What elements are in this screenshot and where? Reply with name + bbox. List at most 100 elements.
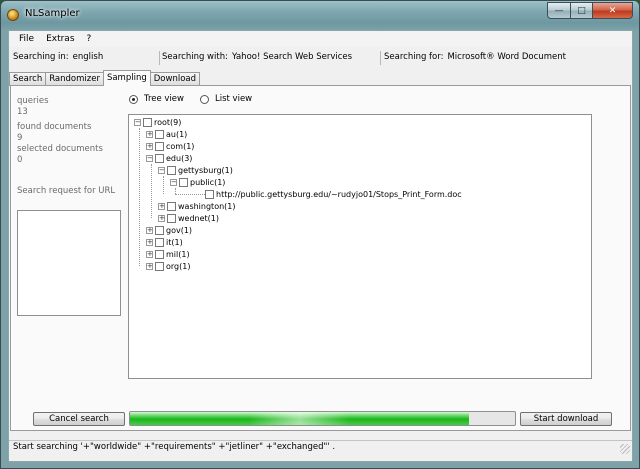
tree-node-public[interactable]: − public(1) — [170, 176, 225, 188]
app-icon — [7, 9, 19, 21]
tree-node-label: http://public.gettysburg.edu/~rudyjo01/S… — [216, 189, 462, 199]
tree-node-gettysburg[interactable]: − gettysburg(1) — [158, 164, 233, 176]
found-documents-label: found documents — [17, 121, 92, 132]
expand-icon[interactable]: + — [146, 130, 153, 138]
tree-node-label: gettysburg(1) — [178, 165, 233, 175]
searching-with-label: Searching with: — [162, 52, 228, 62]
cancel-search-button[interactable]: Cancel search — [33, 412, 125, 426]
resize-grip-icon[interactable] — [620, 444, 630, 454]
expand-icon[interactable]: + — [146, 226, 153, 234]
expand-icon[interactable]: + — [158, 214, 165, 222]
start-download-button[interactable]: Start download — [520, 412, 612, 426]
search-info-bar: Searching in: english Searching with: Ya… — [9, 48, 632, 68]
search-progress-bar — [129, 411, 516, 426]
node-checkbox[interactable] — [155, 225, 164, 235]
tree-node-label: gov(1) — [166, 225, 193, 235]
node-checkbox[interactable] — [155, 153, 164, 163]
searching-in-value: english — [72, 52, 104, 62]
tree-node-label: au(1) — [166, 129, 188, 139]
url-request-input[interactable] — [17, 210, 121, 316]
collapse-icon[interactable]: − — [170, 178, 177, 186]
tree-node-label: mil(1) — [166, 249, 190, 259]
sampling-panel: queries 13 found documents 9 selected do… — [10, 85, 631, 431]
tree-node-au[interactable]: + au(1) — [146, 128, 187, 140]
tree-node-washington[interactable]: + washington(1) — [158, 200, 236, 212]
searching-for-value: Microsoft® Word Document — [447, 52, 566, 62]
collapse-icon[interactable]: − — [158, 166, 165, 174]
tab-download[interactable]: Download — [149, 72, 201, 86]
searching-for: Searching for: Microsoft® Word Document — [384, 52, 566, 62]
close-button[interactable]: ✕ — [593, 2, 633, 19]
tree-node-gov[interactable]: + gov(1) — [146, 224, 192, 236]
expand-icon[interactable]: + — [146, 142, 153, 150]
status-text: Start searching '+"worldwide" +"requirem… — [13, 442, 336, 452]
menu-bar: File Extras ? — [9, 31, 632, 47]
tree-node-it[interactable]: + it(1) — [146, 236, 183, 248]
tab-search[interactable]: Search — [9, 72, 47, 86]
tree-connector — [175, 194, 205, 195]
radio-checked-icon — [129, 94, 138, 104]
tree-connector — [139, 128, 140, 266]
maximize-button[interactable]: □ — [571, 2, 593, 19]
node-checkbox[interactable] — [155, 141, 164, 151]
tab-strip: Search Randomizer Sampling Download — [9, 70, 201, 86]
title-bar[interactable]: NLSampler — □ ✕ — [1, 1, 639, 29]
node-checkbox[interactable] — [205, 189, 214, 199]
expand-icon[interactable]: + — [146, 250, 153, 258]
window-title: NLSampler — [25, 8, 80, 19]
queries-label: queries — [17, 96, 49, 106]
progress-fill — [130, 412, 469, 425]
menu-extras[interactable]: Extras — [40, 34, 80, 44]
searching-with-value: Yahoo! Search Web Services — [231, 52, 353, 62]
collapse-icon[interactable]: − — [134, 118, 141, 126]
node-checkbox[interactable] — [155, 261, 164, 271]
stats-panel: queries 13 found documents 9 selected do… — [17, 96, 103, 167]
info-divider — [380, 51, 381, 65]
radio-unchecked-icon — [200, 94, 209, 104]
searching-for-label: Searching for: — [384, 52, 444, 62]
tree-connector — [151, 164, 152, 218]
found-documents-value: 9 — [17, 132, 23, 143]
document-tree[interactable]: − root(9) + au(1) + com(1) − edu(3) − ge… — [128, 114, 592, 379]
searching-in: Searching in: english — [13, 52, 103, 62]
node-checkbox[interactable] — [155, 237, 164, 247]
node-checkbox[interactable] — [167, 201, 176, 211]
maximize-icon: □ — [577, 5, 586, 16]
tree-node-document[interactable]: http://public.gettysburg.edu/~rudyjo01/S… — [205, 188, 462, 200]
node-checkbox[interactable] — [167, 213, 176, 223]
node-checkbox[interactable] — [179, 177, 188, 187]
expand-icon[interactable]: + — [146, 262, 153, 270]
tree-node-edu[interactable]: − edu(3) — [146, 152, 192, 164]
tree-node-label: org(1) — [166, 261, 191, 271]
close-icon: ✕ — [608, 5, 617, 16]
menu-help[interactable]: ? — [81, 34, 98, 44]
minimize-button[interactable]: — — [547, 2, 571, 19]
tab-randomizer[interactable]: Randomizer — [45, 72, 104, 86]
tree-node-label: com(1) — [166, 141, 195, 151]
node-checkbox[interactable] — [143, 117, 152, 127]
info-divider — [159, 51, 160, 65]
tree-node-label: it(1) — [166, 237, 183, 247]
tree-node-com[interactable]: + com(1) — [146, 140, 194, 152]
tree-node-root[interactable]: − root(9) — [134, 116, 181, 128]
menu-file[interactable]: File — [13, 34, 40, 44]
app-window: NLSampler — □ ✕ File Extras ? Searching … — [0, 0, 640, 469]
expand-icon[interactable]: + — [158, 202, 165, 210]
queries-value: 13 — [17, 107, 28, 118]
node-checkbox[interactable] — [167, 165, 176, 175]
minimize-icon: — — [554, 5, 564, 16]
tree-node-mil[interactable]: + mil(1) — [146, 248, 190, 260]
url-request-label: Search request for URL — [17, 186, 116, 196]
tab-sampling[interactable]: Sampling — [102, 70, 151, 86]
node-checkbox[interactable] — [155, 129, 164, 139]
node-checkbox[interactable] — [155, 249, 164, 259]
collapse-icon[interactable]: − — [146, 154, 153, 162]
list-view-radio[interactable]: List view — [200, 94, 252, 104]
expand-icon[interactable]: + — [146, 238, 153, 246]
tree-node-wednet[interactable]: + wednet(1) — [158, 212, 219, 224]
selected-documents-value: 0 — [17, 155, 23, 166]
searching-in-label: Searching in: — [13, 52, 69, 62]
tree-node-org[interactable]: + org(1) — [146, 260, 190, 272]
status-bar: Start searching '+"worldwide" +"requirem… — [9, 440, 632, 454]
tree-view-radio[interactable]: Tree view — [129, 94, 184, 104]
